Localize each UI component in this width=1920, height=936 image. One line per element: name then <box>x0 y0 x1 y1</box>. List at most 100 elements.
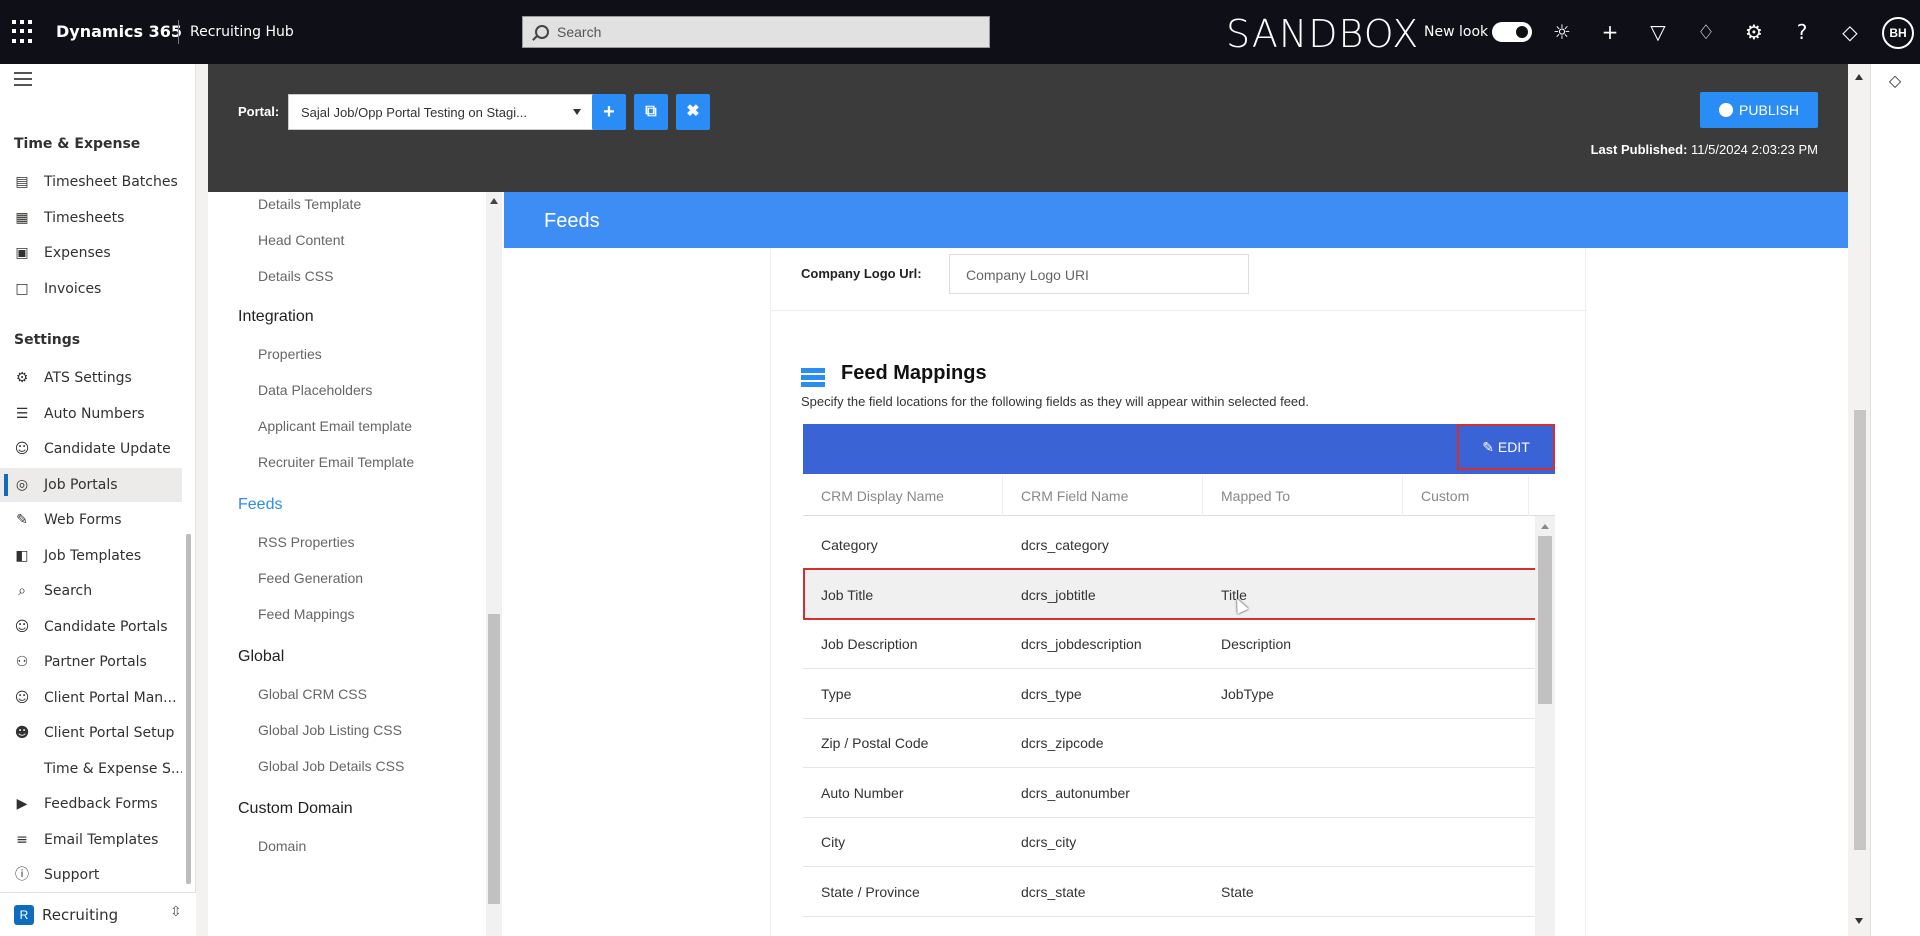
last-published-value: 11/5/2024 2:03:23 PM <box>1691 142 1818 157</box>
sidebar-item-ats-settings[interactable]: ⚙ ATS Settings <box>0 361 182 395</box>
scroll-up-icon[interactable] <box>1855 74 1863 80</box>
editor-nav-feed-mappings[interactable]: Feed Mappings <box>258 606 355 622</box>
editor-nav-feeds[interactable]: Feeds <box>238 496 282 514</box>
page-scrollbar[interactable] <box>1848 64 1870 936</box>
divider <box>178 20 179 44</box>
sidebar-item-candidate-portals[interactable]: ☺ Candidate Portals <box>0 610 182 644</box>
help-icon[interactable]: ? <box>1788 18 1816 46</box>
editor-nav-global[interactable]: Global <box>238 648 284 666</box>
sidebar-item-client-portal-setup[interactable]: ☻ Client Portal Setup <box>0 716 182 750</box>
editor-nav-global-job-details-css[interactable]: Global Job Details CSS <box>258 758 404 774</box>
hamburger-menu-icon[interactable] <box>14 72 32 86</box>
sidebar-item-job-portals[interactable]: ◎ Job Portals <box>0 467 182 502</box>
editor-nav-global-job-listing-css[interactable]: Global Job Listing CSS <box>258 722 402 738</box>
table-row[interactable]: Zip / Postal Code dcrs_zipcode <box>803 718 1535 768</box>
sidebar-item-invoices[interactable]: □ Invoices <box>0 272 182 306</box>
bell-icon[interactable]: ♢ <box>1692 18 1720 46</box>
delete-portal-button[interactable]: ✖ <box>676 94 710 130</box>
environment-label: SANDBOX <box>1226 12 1420 56</box>
sidebar-item-timesheet-batches[interactable]: ▤ Timesheet Batches <box>0 165 182 199</box>
table-row[interactable]: Auto Number dcrs_autonumber <box>803 768 1535 818</box>
sidebar-item-email-templates[interactable]: ≡ Email Templates <box>0 823 182 857</box>
table-row[interactable]: Type dcrs_type JobType <box>803 669 1535 719</box>
sidebar-item-label: Auto Numbers <box>44 405 145 422</box>
scroll-down-icon[interactable] <box>1855 918 1863 924</box>
avatar[interactable]: BH <box>1882 17 1914 49</box>
sidebar-item-search[interactable]: ⌕ Search <box>0 574 182 608</box>
app-launcher-icon[interactable] <box>12 20 36 44</box>
global-search-input[interactable]: Search <box>522 16 990 48</box>
editor-nav-applicant-email-template[interactable]: Applicant Email template <box>258 418 412 434</box>
sidebar-item-client-portal-man[interactable]: ☺ Client Portal Man... <box>0 681 182 715</box>
new-look-toggle[interactable] <box>1492 22 1532 42</box>
editor-nav-rss-properties[interactable]: RSS Properties <box>258 534 354 550</box>
sidebar-item-job-templates[interactable]: ◧ Job Templates <box>0 539 182 573</box>
table-row[interactable]: City dcrs_city <box>803 817 1535 867</box>
editor-nav-details-template[interactable]: Details Template <box>258 196 361 212</box>
add-portal-button[interactable]: + <box>592 94 626 130</box>
column-header[interactable]: CRM Display Name <box>803 476 1003 516</box>
area-switcher[interactable]: R Recruiting ⇳ <box>0 892 196 936</box>
table-row[interactable]: Category dcrs_category <box>803 520 1535 570</box>
editor-nav-custom-domain[interactable]: Custom Domain <box>238 800 353 818</box>
editor-nav-integration[interactable]: Integration <box>238 308 314 326</box>
editor-nav-data-placeholders[interactable]: Data Placeholders <box>258 382 372 398</box>
plus-icon[interactable]: + <box>1596 18 1624 46</box>
table-cell: dcrs_category <box>1021 537 1109 553</box>
column-header[interactable]: Mapped To <box>1203 476 1403 516</box>
sidebar-item-partner-portals[interactable]: ⚇ Partner Portals <box>0 645 182 679</box>
company-logo-input[interactable]: Company Logo URI <box>949 254 1249 294</box>
sidebar-item-feedback-forms[interactable]: ▶ Feedback Forms <box>0 787 182 821</box>
editor-nav-scrollbar[interactable] <box>486 192 502 936</box>
sidebar-item-web-forms[interactable]: ✎ Web Forms <box>0 503 182 537</box>
search-placeholder: Search <box>557 24 602 40</box>
sidebar-item-support[interactable]: ⓘ Support <box>0 858 182 892</box>
column-header[interactable]: Custom <box>1403 476 1529 516</box>
editor-nav-domain[interactable]: Domain <box>258 838 306 854</box>
scroll-up-icon[interactable] <box>490 198 498 204</box>
nav-scrollbar[interactable] <box>186 534 191 884</box>
area-badge: R <box>14 905 34 925</box>
copy-portal-button[interactable]: ⧉ <box>634 94 668 130</box>
template-icon: ◧ <box>15 547 29 564</box>
column-header[interactable]: CRM Field Name <box>1003 476 1203 516</box>
sidebar-item-auto-numbers[interactable]: ☰ Auto Numbers <box>0 397 182 431</box>
sidebar-item-time-expense-s[interactable]: Time & Expense S... <box>0 752 182 786</box>
brand-name[interactable]: Dynamics 365 <box>56 22 182 41</box>
editor-nav-details-css[interactable]: Details CSS <box>258 268 333 284</box>
search-icon <box>535 25 549 39</box>
sidebar-item-candidate-update[interactable]: ☺ Candidate Update <box>0 432 182 466</box>
gear-icon[interactable]: ⚙ <box>1740 18 1768 46</box>
editor-nav-feed-generation[interactable]: Feed Generation <box>258 570 363 586</box>
copilot-icon[interactable]: ◇ <box>1836 18 1864 46</box>
portal-select[interactable]: Sajal Job/Opp Portal Testing on Stagi... <box>288 94 594 130</box>
editor-nav-global-crm-css[interactable]: Global CRM CSS <box>258 686 367 702</box>
sidebar-item-label: Candidate Update <box>44 441 171 457</box>
table-row[interactable]: Job Description dcrs_jobdescription Descri… <box>803 619 1535 669</box>
lightbulb-icon[interactable]: ☼ <box>1548 18 1576 46</box>
editor-nav-properties[interactable]: Properties <box>258 346 322 362</box>
editor-nav-recruiter-email-template[interactable]: Recruiter Email Template <box>258 454 414 470</box>
scroll-thumb[interactable] <box>1538 536 1552 704</box>
feeds-title: Feeds <box>544 210 600 232</box>
app-name[interactable]: Recruiting Hub <box>190 24 294 40</box>
table-cell <box>1203 817 1221 867</box>
table-scrollbar[interactable] <box>1535 516 1555 936</box>
scroll-thumb[interactable] <box>1854 410 1866 850</box>
person-setup-icon: ☻ <box>14 725 30 741</box>
table-row[interactable]: State / Province dcrs_state State <box>803 867 1535 917</box>
edit-button[interactable]: ✎ EDIT <box>1457 424 1555 470</box>
sidebar-item-expenses[interactable]: ▣ Expenses <box>0 236 182 270</box>
sidebar-item-label: Client Portal Setup <box>44 725 175 741</box>
sidebar-item-label: Client Portal Man... <box>44 689 177 706</box>
sidebar-item-timesheets[interactable]: ▦ Timesheets <box>0 201 182 235</box>
publish-button[interactable]: PUBLISH <box>1700 92 1818 128</box>
scroll-thumb[interactable] <box>488 614 500 904</box>
scroll-up-icon[interactable] <box>1541 524 1549 529</box>
form-icon: ✎ <box>16 512 28 528</box>
editor-nav-head-content[interactable]: Head Content <box>258 232 344 248</box>
table-cell: dcrs_state <box>1021 883 1086 900</box>
people-icon: ☺ <box>14 441 30 457</box>
copilot-icon[interactable]: ◇ <box>1885 72 1905 92</box>
filter-icon[interactable]: ▽ <box>1644 18 1672 46</box>
